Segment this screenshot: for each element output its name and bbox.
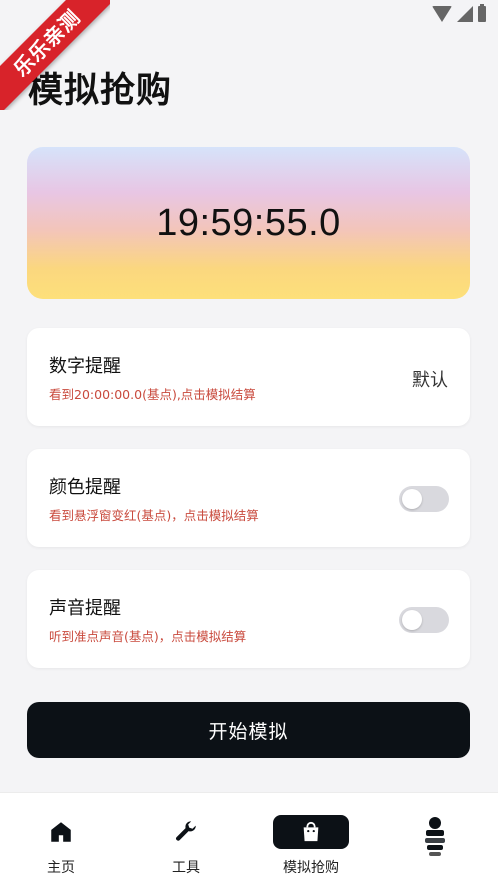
- bottom-nav: 主页 工具 模拟抢购: [0, 792, 498, 888]
- nav-item-tools[interactable]: 工具: [141, 815, 231, 877]
- active-indicator: [273, 815, 349, 849]
- timer-card: 19:59:55.0: [27, 147, 470, 299]
- card-title: 数字提醒: [49, 356, 121, 377]
- timer-display: 19:59:55.0: [156, 201, 341, 244]
- card-title: 声音提醒: [49, 598, 121, 619]
- nav-label: 主页: [47, 860, 75, 876]
- wrench-icon: [176, 821, 196, 841]
- toggle-knob: [402, 489, 422, 509]
- corner-ribbon: 乐乐亲测: [0, 0, 110, 110]
- card-description: 看到20:00:00.0(基点),点击模拟结算: [49, 387, 256, 402]
- card-description: 看到悬浮窗变红(基点)，点击模拟结算: [49, 508, 259, 523]
- home-icon: [51, 822, 71, 842]
- card-title: 颜色提醒: [49, 477, 121, 498]
- sound-reminder-card: 声音提醒 听到准点声音(基点)，点击模拟结算: [27, 570, 470, 668]
- card-description: 听到准点声音(基点)，点击模拟结算: [49, 629, 247, 644]
- digit-reminder-card[interactable]: 数字提醒 看到20:00:00.0(基点),点击模拟结算 默认: [27, 328, 470, 426]
- nav-label: 工具: [172, 860, 200, 876]
- start-simulation-button[interactable]: 开始模拟: [27, 702, 470, 758]
- nav-item-profile[interactable]: [390, 815, 480, 856]
- shopping-bag-icon: [303, 821, 319, 842]
- toggle-knob: [402, 610, 422, 630]
- wifi-icon: [432, 6, 452, 22]
- color-reminder-card: 颜色提醒 看到悬浮窗变红(基点)，点击模拟结算: [27, 449, 470, 547]
- nav-label: 模拟抢购: [283, 860, 339, 876]
- sound-reminder-toggle[interactable]: [399, 607, 449, 633]
- avatar-icon: [425, 817, 445, 856]
- nav-item-simulated-purchase[interactable]: 模拟抢购: [266, 815, 356, 877]
- color-reminder-toggle[interactable]: [399, 486, 449, 512]
- default-value-option[interactable]: 默认: [412, 366, 448, 392]
- nav-item-home[interactable]: 主页: [16, 815, 106, 877]
- ribbon-text: 乐乐亲测: [0, 0, 110, 110]
- signal-icon: [457, 6, 473, 22]
- battery-icon: [478, 4, 486, 22]
